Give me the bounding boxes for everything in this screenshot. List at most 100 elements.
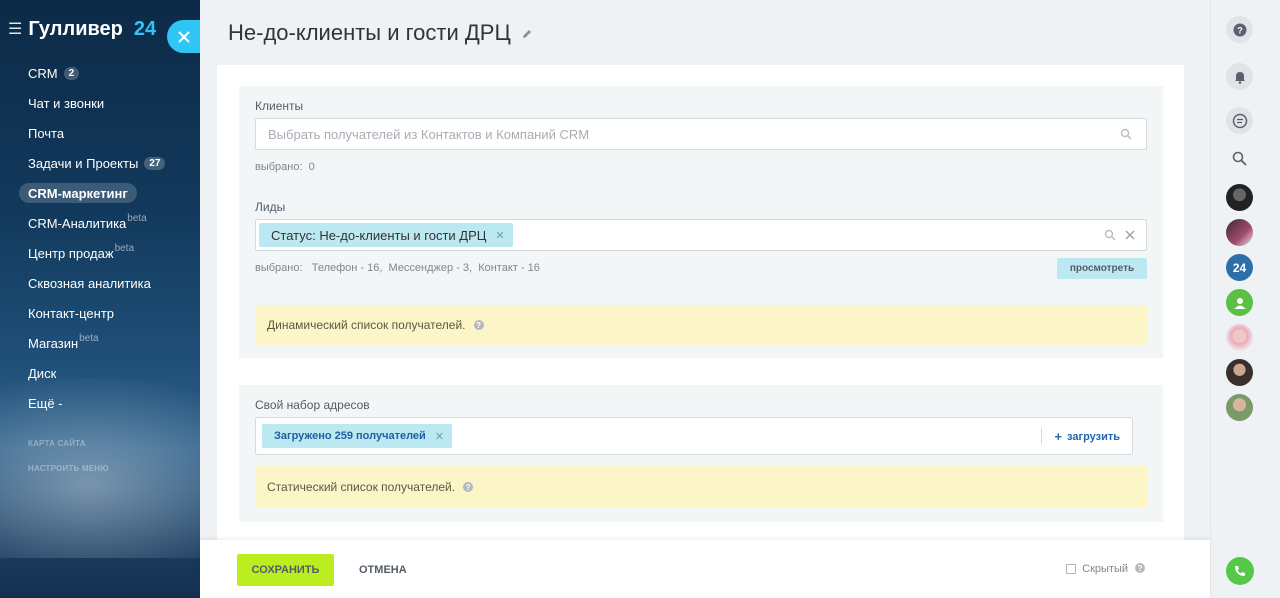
cancel-button[interactable]: ОТМЕНА <box>359 564 407 576</box>
clients-selected-count: выбрано: 0 <box>255 161 315 173</box>
bottom-toolbar: СОХРАНИТЬ ОТМЕНА Скрытый ? <box>200 540 1210 598</box>
search-icon[interactable] <box>1104 229 1116 241</box>
selected-label: выбрано: <box>255 161 303 173</box>
phone-icon <box>1235 566 1245 576</box>
selected-value: Телефон - 16, Мессенджер - 3, Контакт - … <box>311 262 540 274</box>
avatar[interactable] <box>1226 219 1253 246</box>
left-sidebar: ☰ Гулливер 24 CRM 2 Чат и звонки Почта За… <box>0 0 200 598</box>
sidebar-item-label: Ещё - <box>28 395 63 411</box>
pencil-icon[interactable] <box>521 28 533 40</box>
sidebar-item-label: Задачи и Проекты <box>28 155 139 171</box>
leads-search-input[interactable]: Статус: Не-до-клиенты и гости ДРЦ ✕ <box>255 219 1147 251</box>
selected-label: выбрано: <box>255 262 303 274</box>
chat-counter-avatar[interactable]: 24 <box>1226 254 1253 281</box>
close-icon <box>177 30 190 43</box>
sidebar-menu: CRM 2 Чат и звонки Почта Задачи и Проект… <box>19 58 174 418</box>
clients-search-input[interactable]: Выбрать получателей из Контактов и Компа… <box>255 118 1147 150</box>
close-slider-button[interactable] <box>167 20 200 53</box>
save-button[interactable]: СОХРАНИТЬ <box>237 554 334 586</box>
search-icon[interactable] <box>1226 145 1253 172</box>
loaded-recipients-tag[interactable]: Загружено 259 получателей ✕ <box>262 424 453 448</box>
sidebar-item-end-to-end-analytics[interactable]: Сквозная аналитика <box>19 268 160 298</box>
search-icon[interactable] <box>1120 128 1132 140</box>
tag-label: Загружено 259 получателей <box>274 430 426 442</box>
beta-badge: beta <box>79 332 99 344</box>
sidebar-item-label: Магазин <box>28 335 79 351</box>
sidebar-item-mail[interactable]: Почта <box>19 118 73 148</box>
sidebar-item-label: Контакт-центр <box>28 305 115 321</box>
leads-label: Лиды <box>255 200 286 214</box>
help-icon[interactable]: ? <box>463 482 474 492</box>
bell-icon[interactable] <box>1226 63 1253 90</box>
sidebar-item-label: CRM-маркетинг <box>28 185 128 201</box>
addresses-field[interactable]: Загружено 259 получателей ✕ + загрузить <box>255 417 1133 455</box>
sidebar-item-label: Чат и звонки <box>28 95 105 111</box>
hidden-checkbox[interactable] <box>1066 564 1077 574</box>
sidebar-item-crm[interactable]: CRM 2 <box>19 58 88 88</box>
clear-icon[interactable] <box>1124 229 1136 241</box>
sidebar-item-chat[interactable]: Чат и звонки <box>19 88 113 118</box>
sidebar-item-label: Центр продаж <box>28 245 114 261</box>
static-list-notice: Статический список получателей. ? <box>255 466 1147 508</box>
notice-text: Динамический список получателей. <box>267 318 466 332</box>
logo-number: 24 <box>133 18 157 40</box>
upload-link[interactable]: + загрузить <box>1054 429 1120 444</box>
sidebar-item-contact-center[interactable]: Контакт-центр <box>19 298 123 328</box>
upload-link-label: загрузить <box>1067 430 1120 443</box>
own-addresses-block: Свой набор адресов Загружено 259 получат… <box>239 385 1163 522</box>
beta-badge: beta <box>114 242 135 254</box>
crm-recipients-block: Клиенты Выбрать получателей из Контактов… <box>239 86 1163 358</box>
avatar[interactable] <box>1226 359 1253 386</box>
help-icon[interactable]: ? <box>1135 563 1145 573</box>
sidebar-item-crm-marketing[interactable]: CRM-маркетинг <box>19 183 137 203</box>
sidebar-item-disk[interactable]: Диск <box>19 358 65 388</box>
chat-icon[interactable] <box>1226 107 1253 134</box>
sidebar-item-label: Почта <box>28 125 65 141</box>
sidebar-item-sales-center[interactable]: Центр продаж beta <box>19 238 143 268</box>
sidebar-item-more[interactable]: Ещё - <box>19 388 72 418</box>
tag-remove-icon[interactable]: ✕ <box>495 229 504 242</box>
right-toolbar: ? 24 <box>1210 0 1280 598</box>
help-icon[interactable]: ? <box>473 320 484 330</box>
leads-status-tag[interactable]: Статус: Не-до-клиенты и гости ДРЦ ✕ <box>259 223 513 247</box>
avatar[interactable] <box>1226 394 1253 421</box>
configure-menu-link[interactable]: НАСТРОИТЬ МЕНЮ <box>28 464 109 473</box>
page-title: Не-до-клиенты и гости ДРЦ <box>228 20 533 46</box>
help-icon[interactable]: ? <box>1226 16 1253 43</box>
sidebar-item-tasks[interactable]: Задачи и Проекты 27 <box>19 148 174 178</box>
page-title-text: Не-до-клиенты и гости ДРЦ <box>228 20 511 45</box>
sidebar-item-counter: 2 <box>63 66 80 80</box>
dynamic-list-notice: Динамический список получателей. ? <box>255 305 1147 345</box>
avatar[interactable] <box>1226 324 1253 351</box>
clients-label: Клиенты <box>255 99 304 113</box>
menu-burger-icon[interactable]: ☰ <box>8 21 22 38</box>
avatar-label: 24 <box>1232 260 1247 275</box>
clients-placeholder: Выбрать получателей из Контактов и Компа… <box>268 127 590 142</box>
sitemap-link[interactable]: КАРТА САЙТА <box>28 439 86 448</box>
sidebar-item-label: Диск <box>28 365 57 381</box>
sidebar-item-label: CRM-Аналитика <box>28 215 127 231</box>
sidebar-item-label: Сквозная аналитика <box>28 275 151 291</box>
svg-text:?: ? <box>1237 25 1243 35</box>
sidebar-item-counter: 27 <box>144 156 166 170</box>
beta-badge: beta <box>127 212 147 224</box>
main-panel: Не-до-клиенты и гости ДРЦ Клиенты Выбрат… <box>200 0 1210 598</box>
divider <box>1041 428 1042 444</box>
tag-remove-icon[interactable]: ✕ <box>435 430 444 443</box>
form-content: Клиенты Выбрать получателей из Контактов… <box>217 65 1184 543</box>
notice-text: Статический список получателей. <box>267 480 456 494</box>
plus-icon: + <box>1054 429 1063 444</box>
hidden-label: Скрытый <box>1082 563 1128 575</box>
hidden-option[interactable]: Скрытый <box>1066 563 1128 575</box>
selected-value: 0 <box>308 161 315 173</box>
view-leads-button[interactable]: просмотреть <box>1057 258 1147 279</box>
phone-call-button[interactable] <box>1226 557 1254 585</box>
sidebar-item-crm-analytics[interactable]: CRM-Аналитика beta <box>19 208 156 238</box>
sidebar-item-shop[interactable]: Магазин beta <box>19 328 108 358</box>
sidebar-item-label: CRM <box>28 65 58 81</box>
leads-selected-count: выбрано: Телефон - 16, Мессенджер - 3, К… <box>255 262 540 274</box>
logo[interactable]: ☰ Гулливер 24 <box>8 18 156 41</box>
avatar[interactable] <box>1226 184 1253 211</box>
tag-label: Статус: Не-до-клиенты и гости ДРЦ <box>271 227 487 243</box>
user-icon[interactable] <box>1226 289 1253 316</box>
